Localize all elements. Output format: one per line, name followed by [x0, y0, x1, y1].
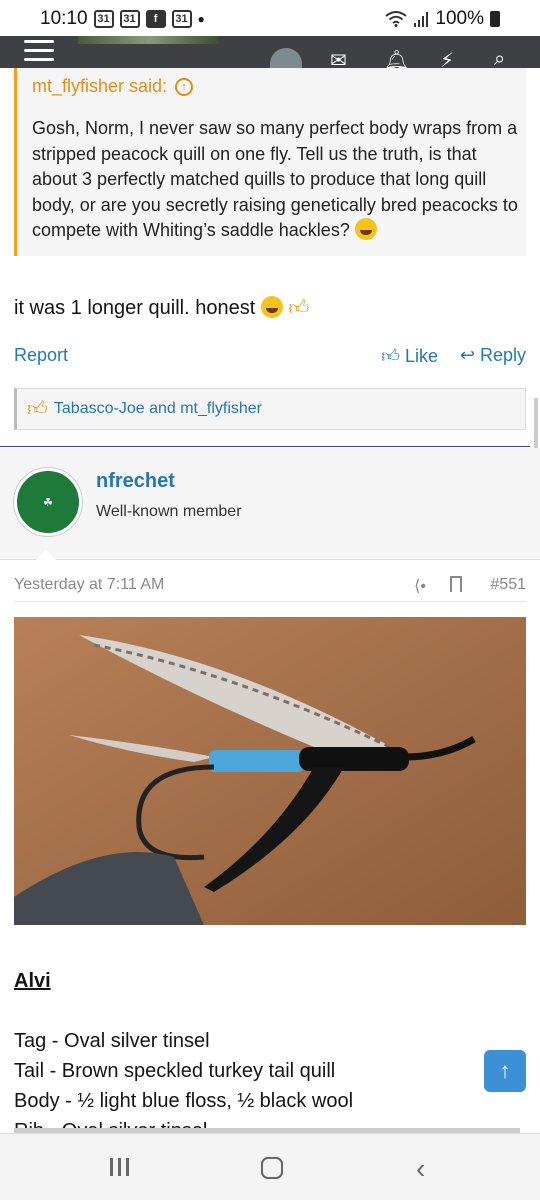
- report-link[interactable]: Report: [14, 345, 68, 366]
- recipe-line: Body - ½ light blue floss, ½ black wool: [14, 1090, 354, 1112]
- clock: 10:10: [40, 8, 88, 29]
- post-body: Alvi Tag - Oval silver tinsel Tail - Bro…: [14, 966, 353, 1133]
- scrollbar-thumb[interactable]: [534, 398, 538, 453]
- reactions-bar[interactable]: 👍︎ Tabasco-Joe and mt_flyfisher: [14, 388, 526, 430]
- menu-icon[interactable]: [24, 40, 54, 67]
- quote-body: Gosh, Norm, I never saw so many perfect …: [32, 116, 522, 244]
- quote-author[interactable]: mt_flyfisher said:: [32, 76, 167, 97]
- grin-emoji-icon: [260, 296, 283, 318]
- back-icon[interactable]: ‹: [416, 1153, 425, 1185]
- quote-text: Gosh, Norm, I never saw so many perfect …: [32, 118, 518, 240]
- reply-label: Reply: [479, 345, 526, 365]
- system-nav-bar: ‹: [0, 1133, 540, 1200]
- user-title: Well-known member: [96, 503, 242, 520]
- search-icon[interactable]: ⌕: [494, 48, 505, 68]
- recent-apps-icon[interactable]: [110, 1158, 129, 1176]
- share-icon[interactable]: ⟨•: [414, 576, 426, 596]
- reactions-text[interactable]: Tabasco-Joe and mt_flyfisher: [54, 400, 262, 418]
- user-avatar[interactable]: [270, 48, 302, 68]
- recipe-line: Tail - Brown speckled turkey tail quill: [14, 1060, 336, 1082]
- post-meta: Yesterday at 7:11 AM ⟨• #551: [14, 576, 526, 602]
- facebook-icon: f: [145, 10, 166, 28]
- battery-level: 100%: [435, 8, 484, 29]
- reply-button[interactable]: ↩ Reply: [460, 345, 526, 366]
- fly-illustration: [14, 617, 526, 925]
- like-button[interactable]: 👍︎ Like: [381, 345, 438, 367]
- calendar-icon: 31: [93, 10, 114, 28]
- thumbs-up-emoji-icon: 👍︎: [288, 297, 310, 319]
- calendar-icon: 31: [119, 10, 140, 28]
- username[interactable]: nfrechet: [96, 470, 175, 493]
- reply-text: it was 1 longer quill. honest: [14, 297, 256, 319]
- avatar[interactable]: ☘: [14, 468, 82, 536]
- whats-new-icon[interactable]: ⚡︎: [440, 48, 454, 68]
- dot-icon: ●: [197, 12, 205, 26]
- fly-name: Alvi: [14, 970, 51, 992]
- fly-photo[interactable]: [14, 617, 526, 925]
- recipe-line: Tag - Oval silver tinsel: [14, 1030, 210, 1052]
- calendar-icon: 31: [171, 10, 192, 28]
- reply-icon: ↩: [459, 345, 475, 365]
- app-header: ✉ 🔔︎ ⚡︎ ⌕: [0, 36, 540, 68]
- scroll-to-top-button[interactable]: ↑: [484, 1050, 526, 1092]
- thread-content: mt_flyfisher said: ↑ Gosh, Norm, I never…: [0, 68, 540, 1133]
- quote-block: mt_flyfisher said: ↑ Gosh, Norm, I never…: [14, 68, 526, 256]
- status-right: 100%: [385, 8, 500, 30]
- status-left: 10:10 31 31 f 31 ●: [40, 8, 205, 30]
- like-icon: 👍︎: [381, 346, 400, 366]
- user-block-arrow: [36, 550, 56, 560]
- thumbs-up-reaction-icon: 👍︎: [27, 398, 48, 420]
- like-label: Like: [404, 346, 438, 366]
- post-divider: [0, 446, 530, 447]
- home-icon[interactable]: [261, 1157, 283, 1179]
- post-user-block: ☘ nfrechet Well-known member: [0, 448, 540, 560]
- wifi-icon: [385, 11, 408, 27]
- signal-icon: [414, 12, 429, 27]
- status-bar: 10:10 31 31 f 31 ● 100%: [0, 0, 540, 38]
- mail-icon[interactable]: ✉: [330, 48, 347, 68]
- post-timestamp[interactable]: Yesterday at 7:11 AM: [14, 576, 164, 593]
- bell-icon[interactable]: 🔔︎: [384, 48, 409, 68]
- battery-icon: [490, 11, 500, 27]
- reply-message: it was 1 longer quill. honest 👍︎: [14, 296, 309, 320]
- grimace-emoji-icon: [354, 218, 377, 240]
- go-to-quote-icon[interactable]: ↑: [175, 77, 194, 96]
- site-logo[interactable]: [78, 36, 220, 44]
- quote-header[interactable]: mt_flyfisher said: ↑: [32, 76, 194, 97]
- bookmark-icon[interactable]: [450, 576, 462, 592]
- post-number[interactable]: #551: [490, 576, 526, 594]
